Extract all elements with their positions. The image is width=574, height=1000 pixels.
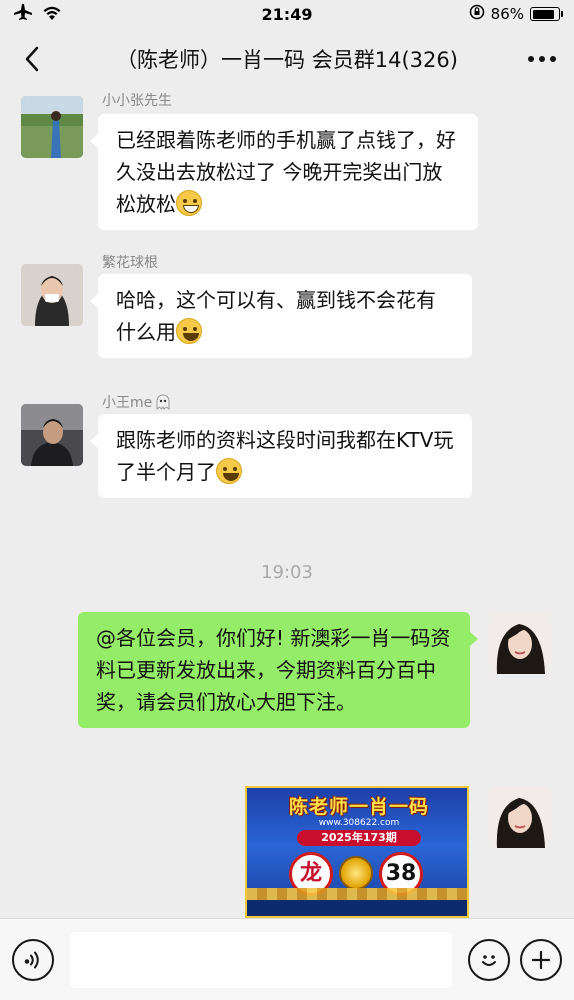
tears-of-joy-emoji-icon (216, 458, 242, 484)
message-text: 跟陈老师的资料这段时间我都在KTV玩了半个月了 (116, 428, 454, 484)
own-avatar[interactable] (489, 786, 551, 848)
message-text: @各位会员，你们好! 新澳彩一肖一码资料已更新发放出来，今期资料百分百中奖，请会… (96, 626, 451, 714)
image-message[interactable]: 陈老师一肖一码 www.308622.com 2025年173期 龙 38 (245, 786, 469, 918)
coin-decoration (339, 856, 373, 890)
message-timestamp: 19:03 (261, 562, 313, 583)
voice-icon (24, 951, 39, 968)
tears-of-joy-emoji-icon (176, 318, 202, 344)
poster-issue: 2025年173期 (297, 830, 421, 846)
more-button[interactable] (522, 39, 562, 79)
battery-percent: 86% (490, 5, 524, 23)
input-bar (0, 918, 574, 1000)
grinning-emoji-icon (176, 190, 202, 216)
more-dots-icon (528, 56, 556, 62)
voice-button[interactable] (12, 938, 54, 981)
battery-level (532, 9, 554, 19)
chevron-left-icon (25, 46, 39, 72)
back-button[interactable] (12, 39, 52, 79)
sender-name: 小王me (102, 392, 171, 412)
avatar[interactable] (21, 96, 83, 158)
own-avatar[interactable] (489, 612, 551, 674)
poster-footer (247, 900, 467, 916)
smiley-icon (482, 954, 496, 966)
airplane-mode-icon (14, 4, 32, 24)
sender-name: 小小张先生 (102, 93, 172, 109)
message-input[interactable] (70, 931, 452, 988)
avatar[interactable] (21, 404, 83, 466)
chat-header: （陈老师）一肖一码 会员群14(326) (0, 28, 574, 90)
clock: 21:49 (261, 4, 313, 24)
orientation-lock-icon (469, 4, 485, 24)
emoji-button[interactable] (468, 938, 510, 981)
battery-icon (530, 7, 563, 21)
message-bubble[interactable]: 已经跟着陈老师的手机赢了点钱了，好久没出去放松过了 今晚开完奖出门放松放松 (90, 114, 478, 230)
message-text: 已经跟着陈老师的手机赢了点钱了，好久没出去放松过了 今晚开完奖出门放松放松 (116, 128, 456, 216)
sender-name: 繁花球根 (102, 255, 158, 271)
poster-title: 陈老师一肖一码 (288, 796, 429, 818)
avatar[interactable] (21, 264, 83, 326)
ghost-emoji-icon (155, 394, 171, 411)
chat-history[interactable]: 小小张先生 已经跟着陈老师的手机赢了点钱了，好久没出去放松过了 今晚开完奖出门放… (0, 90, 574, 918)
message-text: 哈哈，这个可以有、赢到钱不会花有什么用 (116, 288, 436, 344)
message-bubble[interactable]: @各位会员，你们好! 新澳彩一肖一码资料已更新发放出来，今期资料百分百中奖，请会… (78, 612, 478, 728)
message-bubble[interactable]: 跟陈老师的资料这段时间我都在KTV玩了半个月了 (90, 414, 472, 498)
more-options-button[interactable] (520, 938, 562, 981)
status-bar: 21:49 86% (0, 0, 574, 28)
message-bubble[interactable]: 哈哈，这个可以有、赢到钱不会花有什么用 (90, 274, 472, 358)
poster-url: www.308622.com (318, 818, 400, 828)
chat-title: （陈老师）一肖一码 会员群14(326) (116, 48, 458, 72)
plus-icon (531, 950, 551, 969)
wifi-icon (42, 5, 62, 24)
